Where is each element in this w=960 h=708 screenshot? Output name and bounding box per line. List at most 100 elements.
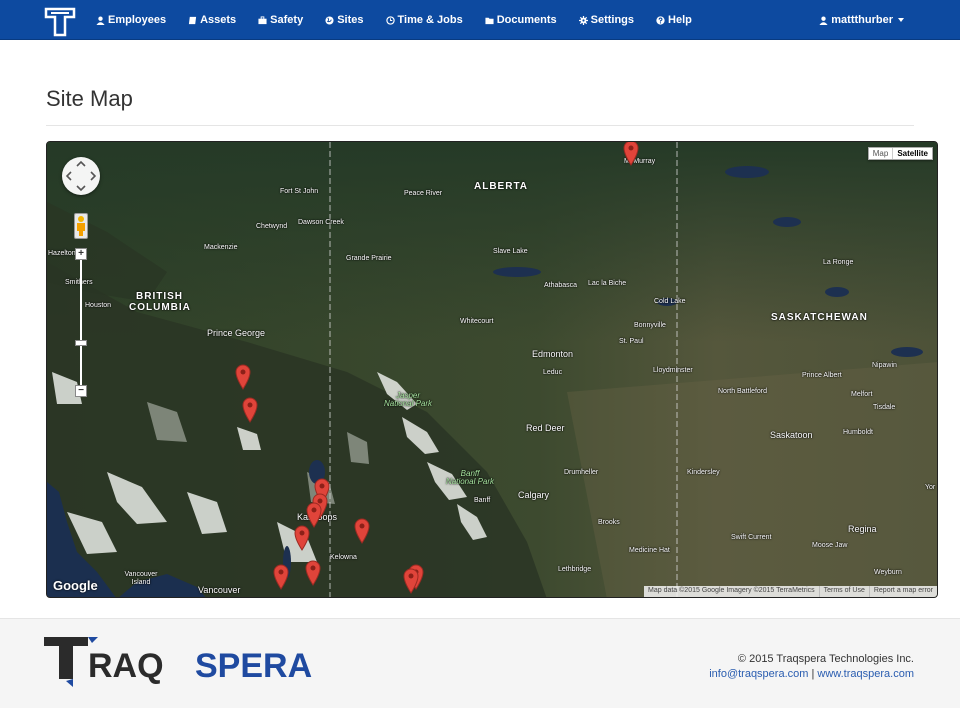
user-icon — [819, 16, 828, 25]
city-label: Lethbridge — [558, 566, 591, 573]
park-label-banff-suffix: National Park — [446, 478, 494, 486]
map-view-button[interactable]: Map — [869, 148, 894, 159]
map-type-toggle: Map Satellite — [868, 147, 933, 160]
city-label: Grande Prairie — [346, 255, 392, 262]
site-marker[interactable] — [353, 518, 371, 544]
city-label: Yor — [925, 484, 935, 491]
user-menu[interactable]: mattthurber — [819, 0, 904, 40]
city-label: Mackenzie — [204, 244, 237, 251]
nav-settings-label: Settings — [591, 14, 634, 26]
park-label-jasper: Jasper National Park — [384, 392, 432, 408]
city-label: Chetwynd — [256, 223, 287, 230]
top-navbar: Employees Assets Safety Sites Time & Job… — [0, 0, 960, 40]
city-label: Leduc — [543, 369, 562, 376]
site-marker[interactable] — [241, 397, 259, 423]
city-label: Houston — [85, 302, 111, 309]
nav-settings[interactable]: Settings — [579, 14, 634, 26]
nav-documents-label: Documents — [497, 14, 557, 26]
folder-icon — [485, 16, 494, 25]
terms-of-use-link[interactable]: Terms of Use — [819, 586, 869, 597]
footer: RAQ SPERA © 2015 Traqspera Technologies … — [0, 618, 960, 708]
city-label: North Battleford — [718, 388, 767, 396]
map-attribution: Map data ©2015 Google Imagery ©2015 Terr… — [644, 586, 937, 597]
map-data-credit: Map data ©2015 Google Imagery ©2015 Terr… — [644, 586, 819, 597]
traqspera-wordmark: RAQ SPERA — [44, 635, 354, 691]
google-logo: Google — [53, 578, 98, 593]
city-label: Red Deer — [526, 423, 565, 433]
nav-assets[interactable]: Assets — [188, 14, 236, 26]
city-label: Saskatoon — [770, 430, 813, 440]
city-label: Prince Albert — [802, 372, 842, 379]
copyright-text: © 2015 Traqspera Technologies Inc. — [738, 653, 914, 665]
main-nav: Employees Assets Safety Sites Time & Job… — [96, 0, 714, 40]
street-view-pegman[interactable] — [74, 213, 88, 239]
clock-icon — [386, 16, 395, 25]
wordmark-spera: SPERA — [195, 647, 312, 685]
gear-icon — [579, 16, 588, 25]
email-link[interactable]: info@traqspera.com — [709, 668, 808, 680]
satellite-imagery[interactable] — [47, 142, 938, 598]
city-label: Prince George — [207, 328, 265, 338]
city-label: Regina — [848, 524, 877, 534]
park-label-banff: Banff National Park — [446, 470, 494, 486]
site-marker[interactable] — [622, 141, 640, 166]
site-marker[interactable] — [402, 568, 420, 594]
traqspera-logo-icon[interactable] — [44, 7, 76, 37]
wordmark-raq: RAQ — [88, 647, 164, 685]
page-title: Site Map — [46, 86, 133, 112]
website-link[interactable]: www.traqspera.com — [817, 668, 914, 680]
zoom-slider-track[interactable] — [80, 252, 82, 392]
city-label: St. Paul — [619, 338, 644, 345]
zoom-in-button[interactable]: + — [75, 248, 87, 260]
site-marker[interactable] — [234, 364, 252, 390]
park-label-jasper-suffix: National Park — [384, 400, 432, 408]
nav-safety-label: Safety — [270, 14, 303, 26]
book-icon — [188, 16, 197, 25]
city-label: Smithers — [65, 279, 93, 286]
globe-icon — [325, 16, 334, 25]
report-map-error-link[interactable]: Report a map error — [869, 586, 937, 597]
zoom-slider-handle[interactable] — [75, 340, 87, 346]
city-label: Peace River — [404, 190, 442, 197]
briefcase-icon — [258, 16, 267, 25]
nav-time-jobs[interactable]: Time & Jobs — [386, 14, 463, 26]
province-label-british: BRITISH — [136, 292, 183, 302]
city-label: Humboldt — [843, 429, 873, 436]
site-marker[interactable] — [272, 564, 290, 590]
pegman-icon — [75, 214, 87, 238]
user-name: mattthurber — [831, 14, 893, 26]
city-label: Edmonton — [532, 349, 573, 359]
satellite-view-button[interactable]: Satellite — [893, 148, 932, 159]
question-icon — [656, 16, 665, 25]
site-marker[interactable] — [304, 560, 322, 586]
city-label: Fort St John — [280, 188, 318, 195]
city-label: Drumheller — [564, 469, 598, 476]
city-label: Banff — [474, 497, 490, 504]
city-label: Cold Lake — [654, 298, 686, 305]
nav-sites[interactable]: Sites — [325, 14, 363, 26]
city-label: Moose Jaw — [812, 542, 847, 549]
nav-employees-label: Employees — [108, 14, 166, 26]
city-label: La Ronge — [823, 259, 853, 266]
nav-safety[interactable]: Safety — [258, 14, 303, 26]
city-label: Weyburn — [874, 569, 902, 576]
nav-employees[interactable]: Employees — [96, 14, 166, 26]
nav-documents[interactable]: Documents — [485, 14, 557, 26]
province-label-columbia: COLUMBIA — [129, 303, 191, 313]
city-label: Melfort — [851, 391, 872, 398]
nav-time-jobs-label: Time & Jobs — [398, 14, 463, 26]
site-marker[interactable] — [293, 525, 311, 551]
chevron-down-icon — [898, 18, 904, 22]
pan-control[interactable] — [62, 157, 100, 195]
city-label: Tisdale — [873, 404, 895, 411]
nav-sites-label: Sites — [337, 14, 363, 26]
city-label: Bonnyville — [634, 322, 666, 329]
zoom-out-button[interactable]: − — [75, 385, 87, 397]
site-map[interactable]: ALBERTA BRITISH COLUMBIA SASKATCHEWAN Mc… — [46, 141, 938, 598]
contact-links: info@traqspera.com | www.traqspera.com — [709, 668, 914, 680]
nav-help[interactable]: Help — [656, 14, 692, 26]
city-label: Lac la Biche — [588, 280, 626, 287]
user-icon — [96, 16, 105, 25]
city-label: Hazelton — [48, 250, 76, 257]
nav-help-label: Help — [668, 14, 692, 26]
